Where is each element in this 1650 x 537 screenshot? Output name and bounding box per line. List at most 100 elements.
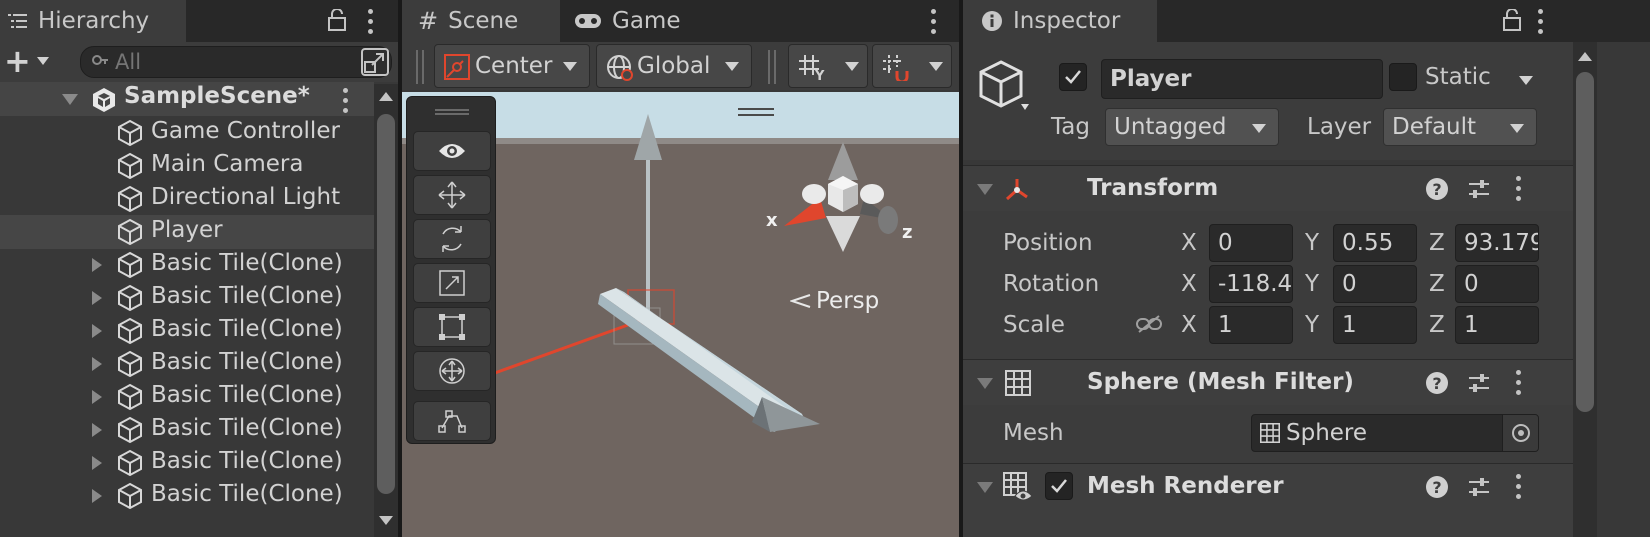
expand-arrow-icon[interactable] [62, 94, 78, 105]
expand-arrow-icon[interactable] [92, 489, 102, 503]
transform-header[interactable]: Transform ? [963, 165, 1573, 211]
hierarchy-scrollbar[interactable] [374, 84, 398, 537]
scrollbar-thumb[interactable] [377, 114, 395, 494]
component-menu-icon[interactable] [1515, 176, 1521, 201]
scroll-up-icon[interactable] [379, 92, 393, 101]
transform-tool-button[interactable] [413, 351, 491, 391]
pivot-rotation-dropdown[interactable]: Global [596, 44, 752, 88]
component-menu-icon[interactable] [1515, 474, 1521, 499]
rect-tool-button[interactable] [413, 307, 491, 347]
hierarchy-item[interactable]: Directional Light [0, 182, 374, 216]
hierarchy-menu-icon[interactable] [367, 9, 373, 34]
object-name-field[interactable]: Player [1101, 59, 1383, 99]
inspector-panel: Inspector Player Static Tag Untagged Lay… [963, 0, 1650, 537]
hierarchy-item[interactable]: Basic Tile(Clone) [0, 413, 374, 447]
scene-menu-icon[interactable] [930, 9, 936, 34]
tab-hierarchy[interactable]: Hierarchy [0, 0, 186, 42]
grid-snap-button[interactable]: Y [788, 44, 868, 88]
orientation-gizmo[interactable] [768, 132, 918, 262]
scrollbar-thumb[interactable] [1576, 72, 1594, 412]
scale-z-field[interactable]: 1 [1455, 306, 1539, 344]
component-menu-icon[interactable] [1515, 370, 1521, 395]
chevron-down-icon [1252, 124, 1266, 133]
rotation-z-field[interactable]: 0 [1455, 265, 1539, 303]
presets-icon[interactable] [1467, 371, 1491, 399]
expand-arrow-icon[interactable] [92, 390, 102, 404]
hierarchy-item[interactable]: Basic Tile(Clone) [0, 314, 374, 348]
expand-arrow-icon[interactable] [92, 456, 102, 470]
overlay-drag-handle-icon[interactable] [435, 109, 469, 115]
search-options-icon[interactable] [361, 48, 389, 76]
expand-arrow-icon[interactable] [92, 291, 102, 305]
gameobject-cube-icon[interactable] [977, 56, 1037, 120]
object-picker-icon[interactable] [1502, 415, 1538, 451]
static-checkbox[interactable] [1389, 63, 1417, 91]
search-input[interactable] [115, 49, 345, 75]
scene-menu-icon[interactable] [342, 88, 348, 113]
foldout-arrow-icon[interactable] [977, 378, 993, 389]
tab-inspector[interactable]: Inspector [963, 0, 1157, 42]
scene-viewport[interactable]: x z Persp [402, 92, 959, 537]
inspector-menu-icon[interactable] [1537, 9, 1543, 34]
hierarchy-item[interactable]: Main Camera [0, 149, 374, 183]
add-object-button[interactable]: + [4, 44, 56, 78]
scale-icon [439, 270, 465, 296]
hierarchy-item[interactable]: Basic Tile(Clone) [0, 479, 374, 513]
position-y-field[interactable]: 0.55 [1333, 224, 1417, 262]
foldout-arrow-icon[interactable] [977, 482, 993, 493]
hierarchy-item[interactable]: Basic Tile(Clone) [0, 248, 374, 282]
view-tool-button[interactable] [413, 131, 491, 171]
tag-dropdown[interactable]: Untagged [1105, 108, 1279, 146]
rotation-x-field[interactable]: -118.4 [1209, 265, 1293, 303]
rotation-y-field[interactable]: 0 [1333, 265, 1417, 303]
hierarchy-item[interactable]: Basic Tile(Clone) [0, 347, 374, 381]
presets-icon[interactable] [1467, 475, 1491, 503]
hierarchy-item[interactable]: Basic Tile(Clone) [0, 380, 374, 414]
mesh-filter-header[interactable]: Sphere (Mesh Filter) ? [963, 359, 1573, 405]
hierarchy-item[interactable]: Basic Tile(Clone) [0, 446, 374, 480]
pivot-mode-label: Center [475, 53, 553, 79]
mesh-renderer-enabled-checkbox[interactable] [1045, 472, 1073, 500]
hierarchy-item[interactable]: Game Controller [0, 116, 374, 150]
help-icon[interactable]: ? [1426, 372, 1448, 394]
help-icon[interactable]: ? [1426, 476, 1448, 498]
lock-icon[interactable] [1503, 8, 1521, 35]
rotation-label: Rotation [1003, 271, 1100, 297]
scroll-down-icon[interactable] [379, 516, 393, 525]
hierarchy-item-label: Basic Tile(Clone) [151, 382, 343, 408]
constrain-proportions-icon[interactable] [1135, 314, 1163, 338]
custom-tool-button[interactable] [413, 401, 491, 441]
layer-dropdown[interactable]: Default [1383, 108, 1537, 146]
position-z-field[interactable]: 93.179 [1455, 224, 1539, 262]
presets-icon[interactable] [1467, 177, 1491, 205]
tab-scene[interactable]: # Scene [402, 0, 560, 42]
pivot-mode-dropdown[interactable]: Center [434, 44, 590, 88]
expand-arrow-icon[interactable] [92, 423, 102, 437]
mesh-renderer-header[interactable]: Mesh Renderer ? [963, 463, 1573, 537]
scene-row[interactable]: SampleScene* [0, 82, 374, 116]
tab-game[interactable]: Game [574, 0, 714, 42]
static-dropdown-icon[interactable] [1519, 76, 1533, 85]
expand-arrow-icon[interactable] [92, 324, 102, 338]
scroll-up-icon[interactable] [1578, 52, 1592, 61]
active-checkbox[interactable] [1059, 63, 1087, 91]
position-x-field[interactable]: 0 [1209, 224, 1293, 262]
inspector-scrollbar[interactable] [1573, 42, 1597, 537]
help-icon[interactable]: ? [1426, 178, 1448, 200]
expand-arrow-icon[interactable] [92, 258, 102, 272]
lock-icon[interactable] [328, 8, 346, 35]
scale-x-field[interactable]: 1 [1209, 306, 1293, 344]
increment-snap-button[interactable] [872, 44, 952, 88]
scale-y-field[interactable]: 1 [1333, 306, 1417, 344]
rotate-tool-button[interactable] [413, 219, 491, 259]
hierarchy-item[interactable]: Player [0, 215, 374, 249]
move-tool-button[interactable] [413, 175, 491, 215]
svg-text:Y: Y [814, 69, 825, 81]
mesh-object-field[interactable]: Sphere [1251, 414, 1539, 452]
hierarchy-search[interactable] [80, 46, 392, 78]
scale-tool-button[interactable] [413, 263, 491, 303]
projection-toggle[interactable]: Persp [790, 288, 879, 314]
hierarchy-item[interactable]: Basic Tile(Clone) [0, 281, 374, 315]
expand-arrow-icon[interactable] [92, 357, 102, 371]
foldout-arrow-icon[interactable] [977, 184, 993, 195]
